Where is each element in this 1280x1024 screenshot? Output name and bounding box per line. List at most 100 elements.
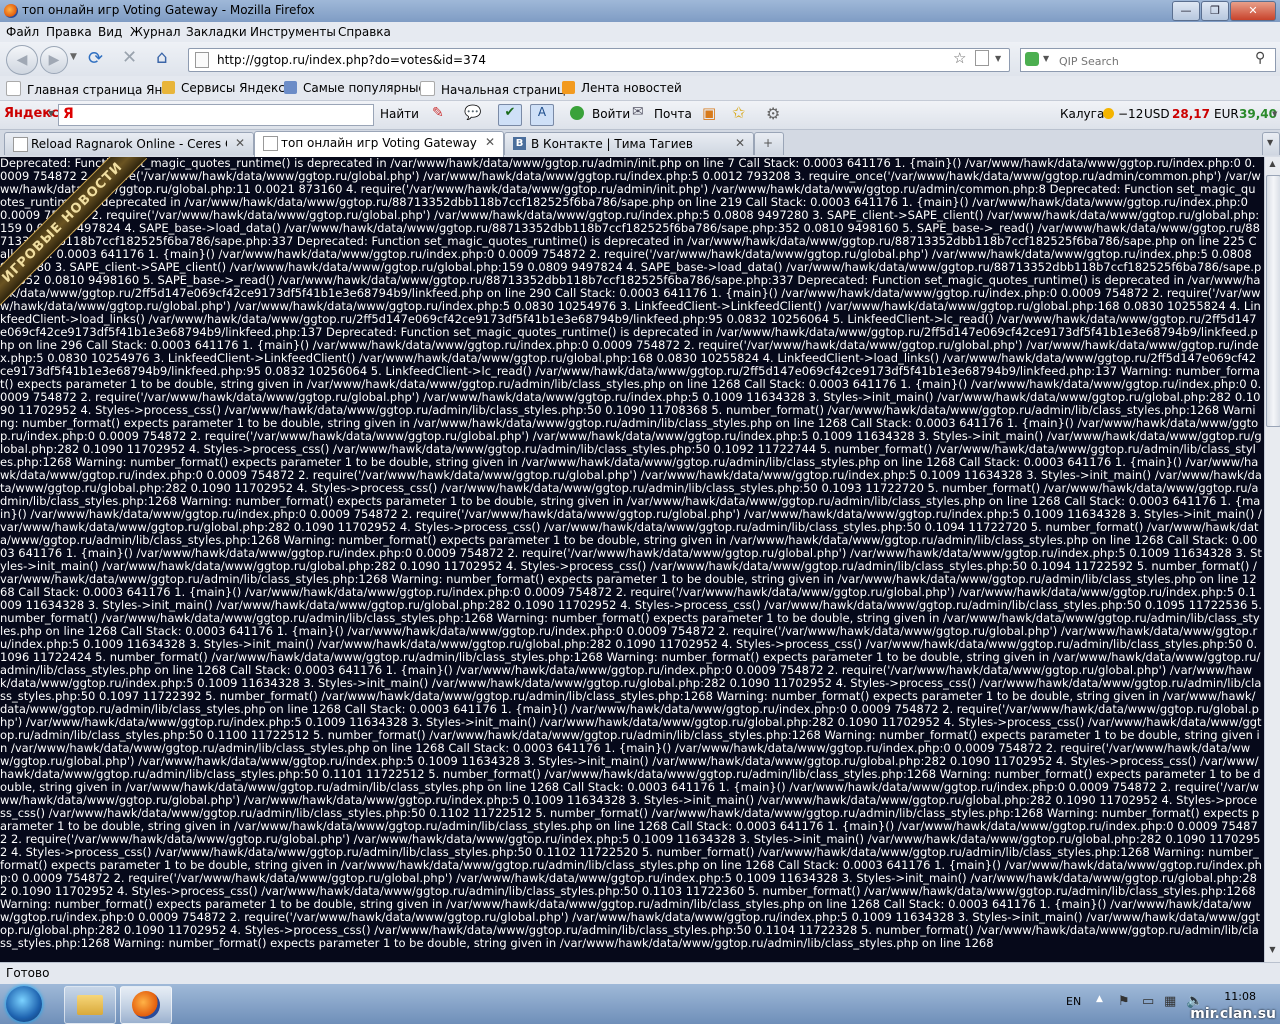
weather-temperature: −12 [1118, 107, 1144, 121]
bookmark-yandex-services[interactable]: Сервисы Яндекса [162, 81, 292, 95]
home-icon[interactable]: ⌂ [156, 47, 167, 68]
usd-rate[interactable]: 28,17 [1172, 107, 1210, 121]
tab-label: Reload Ragnarok Online - Ceres Co... [31, 137, 227, 151]
bookmark-start-page[interactable]: Начальная страница [420, 81, 573, 97]
translate-icon[interactable]: A [530, 104, 554, 126]
tab-list-button[interactable]: ▼ [1262, 132, 1280, 155]
page-icon [13, 137, 28, 152]
mail-icon: ✉ [632, 104, 644, 120]
plus-icon: + [763, 136, 774, 150]
yandex-find-button[interactable]: Найти [380, 107, 419, 121]
clock[interactable]: 11:08 [1224, 990, 1256, 1003]
bookmark-yandex-home[interactable]: Главная страница Ян... [6, 81, 174, 97]
minimize-button[interactable]: — [1172, 1, 1200, 21]
yandex-mail-button[interactable]: Почта [654, 107, 692, 121]
tray-expand-icon[interactable]: ▲ [1096, 994, 1103, 1004]
bookmark-label: Сервисы Яндекса [181, 81, 293, 95]
status-bar: Готово [0, 962, 1280, 985]
close-button[interactable]: ✕ [1230, 1, 1276, 21]
menu-view[interactable]: Вид [98, 25, 122, 39]
tab-label: топ онлайн игр Voting Gateway [281, 136, 477, 150]
search-icon[interactable]: ⚲ [1255, 50, 1265, 66]
tab-reload-ragnarok[interactable]: Reload Ragnarok Online - Ceres Co... ✕ [4, 132, 254, 155]
url-input[interactable] [215, 51, 959, 69]
start-button[interactable] [6, 986, 42, 1022]
bookmark-news-feed[interactable]: Лента новостей [562, 81, 682, 95]
speech-bubble-icon[interactable]: 💬 [464, 105, 481, 121]
tab-voting-gateway[interactable]: топ онлайн игр Voting Gateway ✕ [254, 131, 504, 157]
yandex-menu-dropdown-icon[interactable]: ▼ [48, 109, 54, 118]
tab-close-icon[interactable]: ✕ [735, 136, 745, 150]
usd-label: USD [1144, 107, 1170, 121]
yandex-search-input[interactable]: Я [58, 104, 374, 126]
vertical-scrollbar[interactable]: ▲ ▼ [1264, 157, 1280, 962]
scroll-down-icon[interactable]: ▼ [1266, 945, 1279, 959]
folder-icon [77, 995, 103, 1015]
language-indicator[interactable]: EN [1066, 995, 1081, 1008]
menu-history[interactable]: Журнал [130, 25, 181, 39]
url-dropdown-icon[interactable]: ▼ [995, 54, 1001, 63]
php-error-output: Deprecated: Function set_magic_quotes_ru… [0, 157, 1262, 950]
page-content: Deprecated: Function set_magic_quotes_ru… [0, 157, 1264, 962]
menu-help[interactable]: Справка [338, 25, 391, 39]
menu-bookmarks[interactable]: Закладки [186, 25, 247, 39]
tab-close-icon[interactable]: ✕ [485, 135, 495, 149]
bookmark-most-popular[interactable]: Самые популярные [284, 81, 426, 95]
history-dropdown-icon[interactable]: ▼ [70, 52, 77, 62]
menu-file[interactable]: Файл [6, 25, 39, 39]
page-icon [195, 52, 209, 68]
bookmark-label: Начальная страница [441, 83, 573, 97]
settings-gear-icon[interactable]: ⚙ [766, 104, 780, 123]
rss-icon [562, 81, 575, 94]
window-title-bar: топ онлайн игр Voting Gateway - Mozilla … [0, 0, 1280, 22]
firefox-icon [132, 991, 160, 1019]
yandex-login-button[interactable]: Войти [592, 107, 630, 121]
taskbar-explorer[interactable] [64, 986, 116, 1024]
yandex-toolbar: Яндекс ▼ Я Найти ✎ 💬 ✔ A Войти ✉ Почта ▣… [0, 101, 1280, 130]
engine-dropdown-icon[interactable]: ▼ [1043, 54, 1049, 63]
eur-label: EUR [1214, 107, 1239, 121]
qip-engine-icon[interactable] [1025, 52, 1039, 66]
bookmark-label: Лента новостей [581, 81, 682, 95]
sun-icon [1103, 108, 1114, 119]
watermark: mir.clan.su [1190, 1006, 1276, 1022]
tray-flag-icon[interactable]: ⚑ [1118, 994, 1130, 1009]
menu-edit[interactable]: Правка [46, 25, 92, 39]
tab-close-icon[interactable]: ✕ [235, 136, 245, 150]
bookmark-star-icon[interactable]: ☆ [953, 49, 966, 67]
toolbar-overflow-icon[interactable]: ▼ [1272, 110, 1277, 118]
taskbar-firefox[interactable] [120, 986, 172, 1024]
status-text: Готово [6, 966, 50, 980]
scroll-up-icon[interactable]: ▲ [1266, 159, 1279, 173]
search-input[interactable] [1057, 52, 1251, 70]
tab-vkontakte[interactable]: B В Контакте | Тима Тагиев ✕ [504, 132, 754, 155]
new-tab-button[interactable]: + [754, 132, 784, 155]
tray-display-icon[interactable]: ▭ [1142, 994, 1154, 1009]
vk-icon: B [513, 137, 526, 150]
tab-bar: Reload Ragnarok Online - Ceres Co... ✕ т… [0, 130, 1280, 157]
money-icon[interactable]: ▣ [702, 104, 716, 122]
reload-icon[interactable]: ⟳ [88, 48, 103, 69]
bookmarks-toolbar: Главная страница Ян... Сервисы Яндекса С… [0, 76, 1280, 101]
page-icon [263, 136, 278, 151]
weather-city[interactable]: Калуга [1060, 107, 1104, 121]
search-bar[interactable]: ▼ ⚲ [1020, 48, 1276, 72]
spellcheck-icon[interactable]: ✔ [498, 104, 522, 126]
menu-tools[interactable]: Инструменты [250, 25, 336, 39]
pencil-icon[interactable]: ✎ [432, 105, 444, 121]
menu-bar: Файл Правка Вид Журнал Закладки Инструме… [0, 22, 1280, 42]
maximize-button[interactable]: ❐ [1201, 1, 1229, 21]
back-arrow-icon[interactable]: ◀ [6, 45, 38, 75]
network-icon[interactable]: ▦ [1164, 994, 1176, 1009]
tab-label: В Контакте | Тима Тагиев [531, 137, 693, 151]
scrollbar-thumb[interactable] [1266, 175, 1280, 427]
window-title: топ онлайн игр Voting Gateway - Mozilla … [22, 3, 315, 17]
forward-arrow-icon[interactable]: ▶ [40, 46, 68, 74]
stop-icon[interactable]: ✕ [122, 47, 137, 68]
smart-folder-icon [284, 81, 297, 94]
page-info-icon[interactable] [975, 50, 989, 66]
favorites-star-icon[interactable]: ✩ [732, 103, 745, 122]
page-icon [6, 81, 21, 96]
url-bar[interactable]: ☆ ▼ [188, 48, 1010, 72]
page-icon [420, 81, 435, 96]
